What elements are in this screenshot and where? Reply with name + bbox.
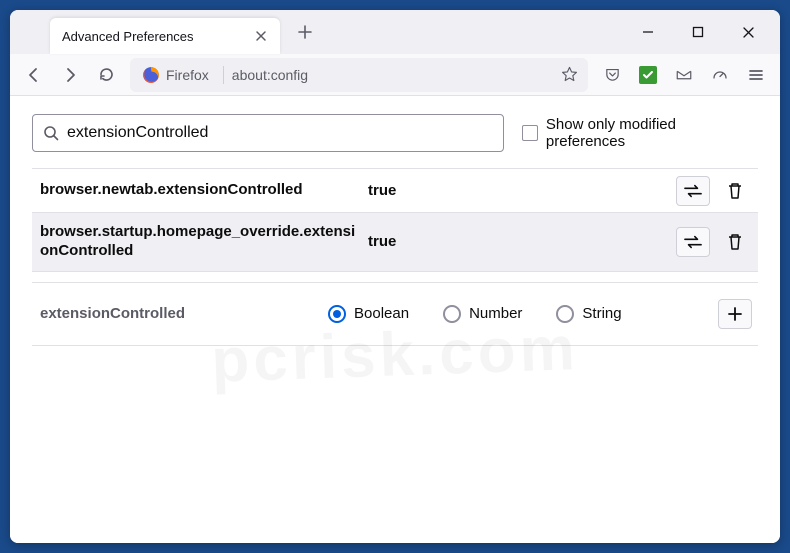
delete-button[interactable] xyxy=(718,227,752,257)
pref-row[interactable]: browser.startup.homepage_override.extens… xyxy=(32,213,758,272)
trash-icon xyxy=(727,233,743,251)
radio-icon xyxy=(328,305,346,323)
search-icon xyxy=(43,125,59,141)
type-boolean-radio[interactable]: Boolean xyxy=(328,305,409,323)
radio-label: String xyxy=(582,305,621,322)
toggle-button[interactable] xyxy=(676,227,710,257)
firefox-icon xyxy=(142,66,160,84)
mail-button[interactable] xyxy=(668,59,700,91)
window-controls xyxy=(622,10,774,54)
radio-icon xyxy=(556,305,574,323)
pref-value: true xyxy=(368,182,668,199)
url-text[interactable]: about:config xyxy=(232,67,550,83)
browser-window: Advanced Preferences xyxy=(10,10,780,543)
pref-actions xyxy=(676,176,752,206)
pref-row[interactable]: browser.newtab.extensionControlled true xyxy=(32,169,758,213)
arrow-right-icon xyxy=(61,66,79,84)
gauge-icon xyxy=(711,66,729,84)
new-pref-section: extensionControlled Boolean Number Strin… xyxy=(32,282,758,346)
star-icon xyxy=(561,66,578,83)
back-button[interactable] xyxy=(18,59,50,91)
toggle-icon xyxy=(684,184,702,198)
toggle-icon xyxy=(684,235,702,249)
about-config-content: pcrisk.com Show only modified preference… xyxy=(10,96,780,543)
account-button[interactable] xyxy=(704,59,736,91)
url-bar[interactable]: Firefox about:config xyxy=(130,58,588,92)
titlebar: Advanced Preferences xyxy=(10,10,780,54)
radio-label: Boolean xyxy=(354,305,409,322)
reload-button[interactable] xyxy=(90,59,122,91)
extension-button[interactable] xyxy=(632,59,664,91)
browser-tab[interactable]: Advanced Preferences xyxy=(50,18,280,54)
hamburger-icon xyxy=(748,67,764,83)
radio-label: Number xyxy=(469,305,522,322)
close-icon xyxy=(255,30,267,42)
new-pref-name: extensionControlled xyxy=(40,305,320,322)
search-box[interactable] xyxy=(32,114,504,152)
show-modified-checkbox-row[interactable]: Show only modified preferences xyxy=(522,116,758,150)
close-tab-button[interactable] xyxy=(252,27,270,45)
reload-icon xyxy=(98,66,115,83)
close-icon xyxy=(742,26,755,39)
arrow-left-icon xyxy=(25,66,43,84)
add-pref-button[interactable] xyxy=(718,299,752,329)
app-menu-button[interactable] xyxy=(740,59,772,91)
new-tab-button[interactable] xyxy=(290,17,320,47)
nav-toolbar: Firefox about:config xyxy=(10,54,780,96)
extension-icon xyxy=(639,66,657,84)
new-pref-row: extensionControlled Boolean Number Strin… xyxy=(32,283,758,346)
toggle-button[interactable] xyxy=(676,176,710,206)
maximize-icon xyxy=(692,26,704,38)
pocket-icon xyxy=(604,66,621,83)
pocket-button[interactable] xyxy=(596,59,628,91)
pref-value: true xyxy=(368,233,668,250)
show-modified-checkbox[interactable] xyxy=(522,125,538,141)
maximize-button[interactable] xyxy=(680,17,716,47)
forward-button[interactable] xyxy=(54,59,86,91)
minimize-button[interactable] xyxy=(630,17,666,47)
trash-icon xyxy=(727,182,743,200)
url-separator xyxy=(223,66,224,84)
plus-icon xyxy=(728,307,742,321)
minimize-icon xyxy=(642,26,654,38)
mail-icon xyxy=(675,66,693,84)
delete-button[interactable] xyxy=(718,176,752,206)
search-row: Show only modified preferences xyxy=(10,96,780,162)
plus-icon xyxy=(298,25,312,39)
close-window-button[interactable] xyxy=(730,17,766,47)
type-radio-group: Boolean Number String xyxy=(328,305,710,323)
radio-icon xyxy=(443,305,461,323)
url-origin-label: Firefox xyxy=(166,67,209,83)
type-string-radio[interactable]: String xyxy=(556,305,621,323)
pref-list: browser.newtab.extensionControlled true … xyxy=(32,168,758,272)
pref-name: browser.newtab.extensionControlled xyxy=(40,177,360,204)
url-origin-chip: Firefox xyxy=(136,64,215,86)
pref-actions xyxy=(676,227,752,257)
search-input[interactable] xyxy=(67,124,493,142)
show-modified-label: Show only modified preferences xyxy=(546,116,758,150)
bookmark-button[interactable] xyxy=(556,62,582,88)
tab-title: Advanced Preferences xyxy=(62,29,244,44)
pref-name: browser.startup.homepage_override.extens… xyxy=(40,219,360,265)
type-number-radio[interactable]: Number xyxy=(443,305,522,323)
